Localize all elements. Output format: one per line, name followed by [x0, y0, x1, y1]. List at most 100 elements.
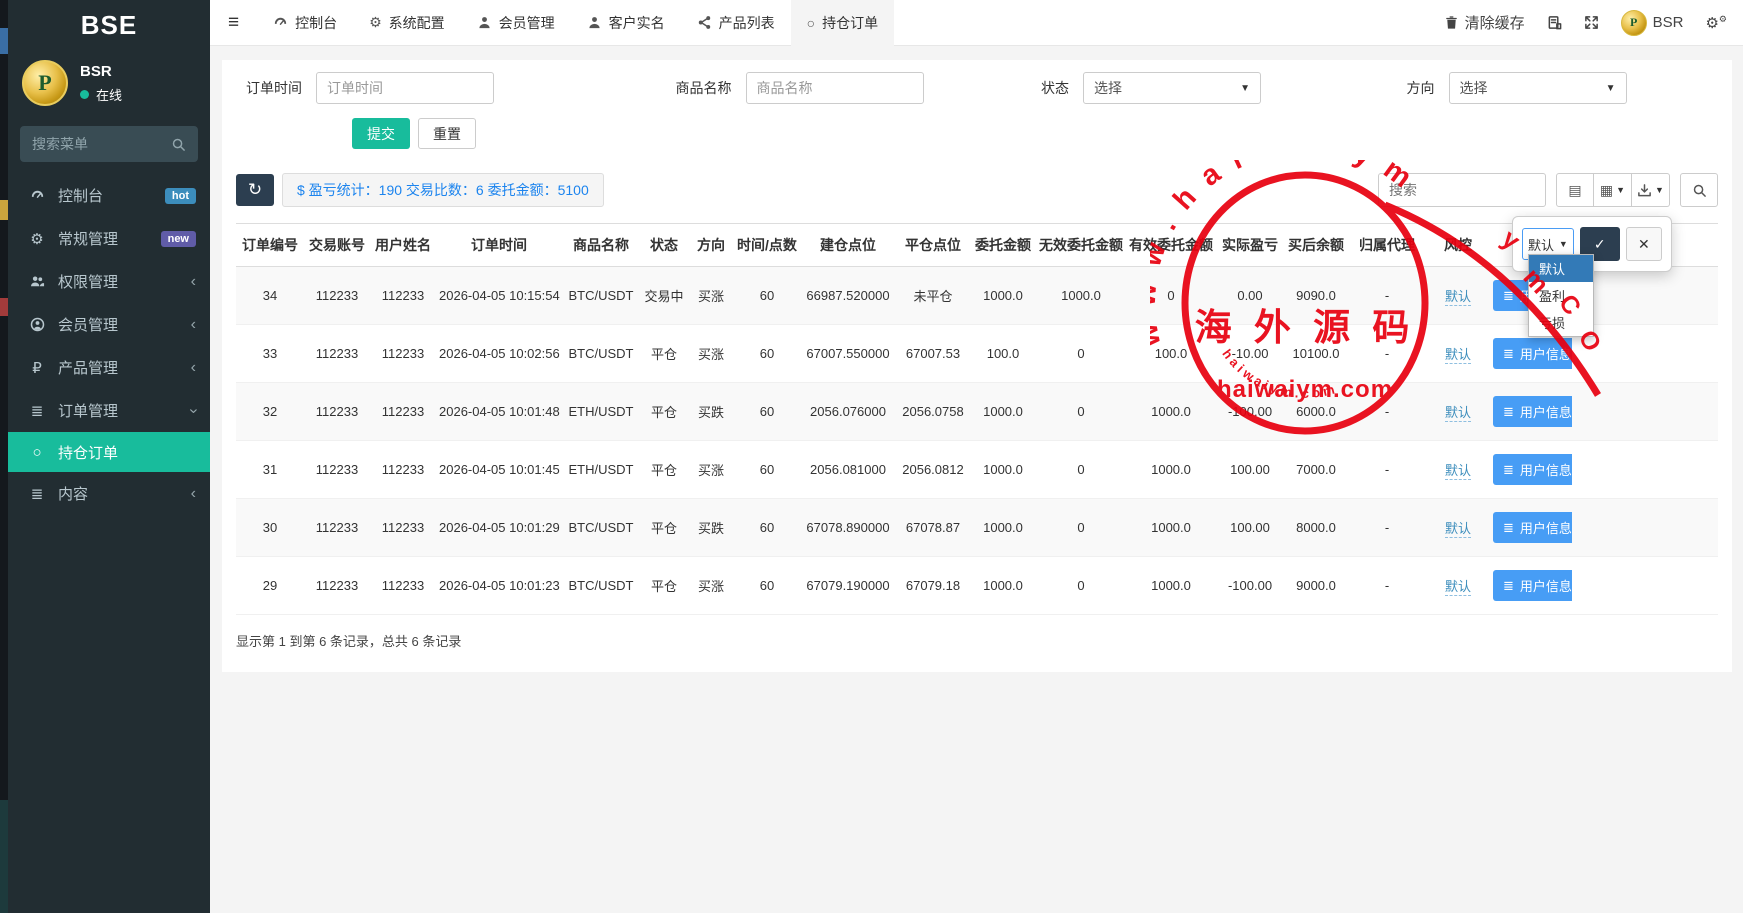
amount-cell: 1000.0: [970, 267, 1036, 325]
invalid-amount-cell: 0: [1036, 325, 1126, 383]
sidebar-search-input[interactable]: 搜索菜单: [20, 126, 198, 162]
user-menu[interactable]: P BSR: [1621, 10, 1684, 36]
balance-cell: 6000.0: [1284, 383, 1348, 441]
amount-cell: 100.0: [970, 325, 1036, 383]
avatar: P: [22, 60, 68, 106]
risk-default-link[interactable]: 默认: [1445, 289, 1471, 306]
product-name-label: 商品名称: [676, 78, 732, 98]
order-id-cell: 30: [236, 499, 304, 557]
list-icon: ≣: [26, 402, 48, 420]
sidebar-item-general[interactable]: ⚙ 常规管理 new: [8, 217, 210, 260]
status-cell: 平仓: [640, 325, 688, 383]
user-info-label: 用户信息: [1520, 402, 1572, 421]
user-info-button[interactable]: ≣用户信息: [1493, 338, 1572, 369]
nav-item-system-config[interactable]: ⚙ 系统配置: [353, 0, 461, 46]
content-card: 订单时间 商品名称 状态 选择 ▼ 方向 选择 ▼ 提交 重置 ↻: [222, 60, 1732, 672]
detail-view-button[interactable]: ▤: [1556, 173, 1594, 207]
risk-default-link[interactable]: 默认: [1445, 579, 1471, 596]
sidebar-item-permissions[interactable]: 权限管理 ‹: [8, 260, 210, 303]
user-info-button[interactable]: ≣用户信息: [1493, 454, 1572, 485]
order-id-cell: 31: [236, 441, 304, 499]
sidebar-item-holding-orders[interactable]: ○ 持仓订单: [8, 432, 210, 472]
risk-cell: 默认: [1426, 499, 1490, 557]
risk-default-link[interactable]: 默认: [1445, 405, 1471, 422]
export-button[interactable]: ▼: [1632, 173, 1670, 207]
clear-cache-button[interactable]: 清除缓存: [1444, 12, 1525, 33]
orders-table: 订单编号交易账号用户姓名订单时间商品名称状态方向时间/点数建仓点位平仓点位委托金…: [236, 223, 1718, 615]
caret-down-icon: ▼: [1606, 83, 1616, 94]
nav-item-dashboard[interactable]: 控制台: [257, 0, 353, 46]
gears-icon: ⚙: [26, 230, 48, 248]
cancel-button[interactable]: ✕: [1626, 227, 1662, 261]
amount-cell: 1000.0: [970, 383, 1036, 441]
user-panel: P BSR 在线: [8, 50, 210, 118]
nav-item-product-list[interactable]: 产品列表: [681, 0, 791, 46]
translate-icon: [1547, 15, 1562, 30]
order-time-cell: 2026-04-05 10:01:23: [436, 557, 562, 615]
direction-select-value: 选择: [1460, 78, 1488, 98]
list-icon: ≣: [1503, 578, 1514, 594]
search-button[interactable]: [1680, 173, 1718, 207]
hamburger-menu-icon[interactable]: ≡: [210, 12, 257, 34]
sidebar-item-products[interactable]: ₽ 产品管理 ‹: [8, 346, 210, 389]
risk-default-link[interactable]: 默认: [1445, 347, 1471, 364]
language-button[interactable]: [1547, 15, 1562, 30]
owner-cell: -: [1348, 441, 1426, 499]
user-info-button[interactable]: ≣ 用户信息: [1493, 570, 1572, 601]
filler-cell: [1572, 383, 1718, 441]
order-time-label: 订单时间: [246, 78, 302, 98]
nav-item-kyc[interactable]: 客户实名: [571, 0, 681, 46]
column-header: 平仓点位: [896, 224, 970, 267]
submit-button[interactable]: 提交: [352, 118, 410, 149]
dropdown-option-loss[interactable]: 亏损: [1529, 309, 1593, 336]
dropdown-option-default[interactable]: 默认: [1529, 255, 1593, 282]
table-row: 301122331122332026-04-05 10:01:29BTC/USD…: [236, 499, 1718, 557]
order-time-input[interactable]: [316, 72, 494, 104]
product-name-input[interactable]: [746, 72, 924, 104]
user-info-label: 用户信息: [1520, 576, 1572, 595]
owner-cell: -: [1348, 325, 1426, 383]
status-select[interactable]: 选择 ▼: [1083, 72, 1261, 104]
nav-item-holding-orders[interactable]: ○ 持仓订单: [791, 0, 894, 46]
table-search-input[interactable]: [1378, 173, 1546, 207]
sidebar-item-label: 内容: [58, 483, 88, 504]
users-icon: [26, 274, 48, 289]
settings-button[interactable]: ⚙⚙: [1705, 14, 1727, 32]
table-row: 311122331122332026-04-05 10:01:45ETH/USD…: [236, 441, 1718, 499]
fullscreen-button[interactable]: [1584, 15, 1599, 30]
profit-cell: -10.00: [1216, 325, 1284, 383]
columns-button[interactable]: ▦ ▼: [1594, 173, 1632, 207]
refresh-button[interactable]: ↻: [236, 174, 274, 206]
sidebar-item-members[interactable]: 会员管理 ‹: [8, 303, 210, 346]
user-info-label: 用户信息: [1520, 344, 1572, 363]
list-icon: ≣: [1503, 404, 1514, 420]
columns-icon: ▦: [1600, 182, 1613, 199]
invalid-amount-cell: 0: [1036, 441, 1126, 499]
reset-button[interactable]: 重置: [418, 118, 476, 149]
check-icon: ✓: [1594, 236, 1606, 252]
profit-cell: -100.00: [1216, 557, 1284, 615]
strip-blip: [0, 298, 8, 316]
column-header: 归属代理: [1348, 224, 1426, 267]
column-header: 订单时间: [436, 224, 562, 267]
user-info-button[interactable]: ≣用户信息: [1493, 512, 1572, 543]
amount-cell: 1000.0: [970, 499, 1036, 557]
user-info-button[interactable]: ≣ 用户信息: [1493, 396, 1572, 427]
balance-cell: 9090.0: [1284, 267, 1348, 325]
risk-default-link[interactable]: 默认: [1445, 463, 1471, 480]
user-info-label: 用户信息: [1520, 460, 1572, 479]
sidebar-item-orders[interactable]: ≣ 订单管理 ‹: [8, 389, 210, 432]
filler-cell: [1572, 499, 1718, 557]
sidebar-item-dashboard[interactable]: 控制台 hot: [8, 174, 210, 217]
caret-down-icon: ▼: [1655, 185, 1664, 195]
direction-select[interactable]: 选择 ▼: [1449, 72, 1627, 104]
gears-icon: ⚙⚙: [1705, 14, 1727, 32]
caret-down-icon: ▼: [1559, 239, 1568, 249]
valid-amount-cell: 1000.0: [1126, 383, 1216, 441]
user-name-cell: 112233: [370, 499, 436, 557]
risk-default-link[interactable]: 默认: [1445, 521, 1471, 538]
dropdown-option-profit[interactable]: 盈利: [1529, 282, 1593, 309]
profit-cell: 0.00: [1216, 267, 1284, 325]
sidebar-item-content[interactable]: ≣ 内容 ‹: [8, 472, 210, 515]
nav-item-members[interactable]: 会员管理: [461, 0, 571, 46]
